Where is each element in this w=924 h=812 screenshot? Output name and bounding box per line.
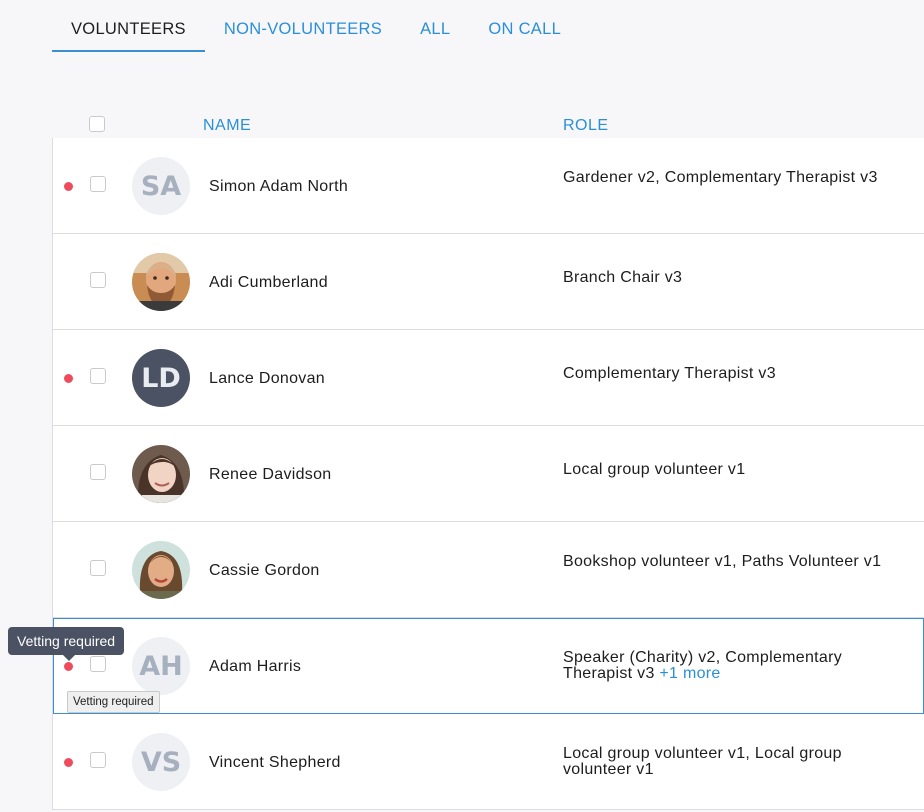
more-roles-link[interactable]: +1 more [659,665,720,682]
volunteer-role: Branch Chair v3 [563,269,683,286]
avatar: VS [132,733,190,791]
table-row[interactable]: AH Adam Harris Speaker (Charity) v2, Com… [53,618,924,714]
table-row[interactable]: Cassie Gordon Bookshop volunteer v1, Pat… [53,522,924,618]
volunteer-role: Local group volunteer v1 [563,461,746,478]
row-checkbox[interactable] [90,752,106,768]
tooltip-arrow [63,655,75,661]
volunteer-role: Local group volunteer v1, Local group vo… [563,745,842,778]
vetting-tooltip-text: Vetting required [17,633,116,649]
volunteer-name[interactable]: Simon Adam North [209,178,348,196]
row-checkbox[interactable] [90,368,106,384]
avatar-photo-icon [132,445,190,503]
table-row[interactable]: LD Lance Donovan Complementary Therapist… [53,330,924,426]
row-checkbox[interactable] [90,272,106,288]
tab-on-call[interactable]: ON CALL [469,0,580,50]
volunteer-name[interactable]: Renee Davidson [209,466,332,484]
alert-dot[interactable] [64,374,73,383]
alert-dot[interactable] [64,662,73,671]
table-row[interactable]: Adi Cumberland Branch Chair v3 [53,234,924,330]
row-checkbox[interactable] [90,560,106,576]
column-header-name[interactable]: NAME [203,117,251,135]
volunteer-role: Speaker (Charity) v2, Complementary Ther… [563,650,893,682]
avatar: SA [132,157,190,215]
volunteer-name[interactable]: Vincent Shepherd [209,754,341,772]
table-row[interactable]: Renee Davidson Local group volunteer v1 [53,426,924,522]
vetting-tooltip: Vetting required [8,627,125,661]
avatar [132,445,190,503]
volunteer-name[interactable]: Cassie Gordon [209,562,320,580]
table-row[interactable]: SA Simon Adam North Gardener v2, Complem… [53,138,924,234]
alert-dot[interactable] [64,182,73,191]
volunteer-table: SA Simon Adam North Gardener v2, Complem… [52,138,924,810]
alert-dot[interactable] [64,758,73,767]
row-checkbox[interactable] [90,464,106,480]
tab-bar: VOLUNTEERS NON-VOLUNTEERS ALL ON CALL [52,0,580,52]
tab-volunteers[interactable]: VOLUNTEERS [52,0,205,52]
avatar-photo-icon [132,253,190,311]
tab-non-volunteers[interactable]: NON-VOLUNTEERS [205,0,401,50]
column-header-role[interactable]: ROLE [563,117,609,135]
avatar: AH [132,637,190,695]
volunteer-role: Gardener v2, Complementary Therapist v3 [563,169,878,186]
vetting-native-tooltip: Vetting required [67,691,160,713]
volunteer-name[interactable]: Adi Cumberland [209,274,328,292]
tab-all[interactable]: ALL [401,0,469,50]
row-checkbox[interactable] [90,656,106,672]
row-checkbox[interactable] [90,176,106,192]
avatar [132,541,190,599]
avatar [132,253,190,311]
avatar-photo-icon [132,541,190,599]
volunteer-role: Bookshop volunteer v1, Paths Volunteer v… [563,553,882,570]
volunteer-name[interactable]: Adam Harris [209,658,301,676]
table-row[interactable]: VS Vincent Shepherd Local group voluntee… [53,714,924,810]
volunteer-role: Complementary Therapist v3 [563,365,776,382]
volunteer-name[interactable]: Lance Donovan [209,370,325,388]
select-all-checkbox[interactable] [89,116,105,132]
table-header: NAME ROLE [52,108,924,139]
avatar: LD [132,349,190,407]
